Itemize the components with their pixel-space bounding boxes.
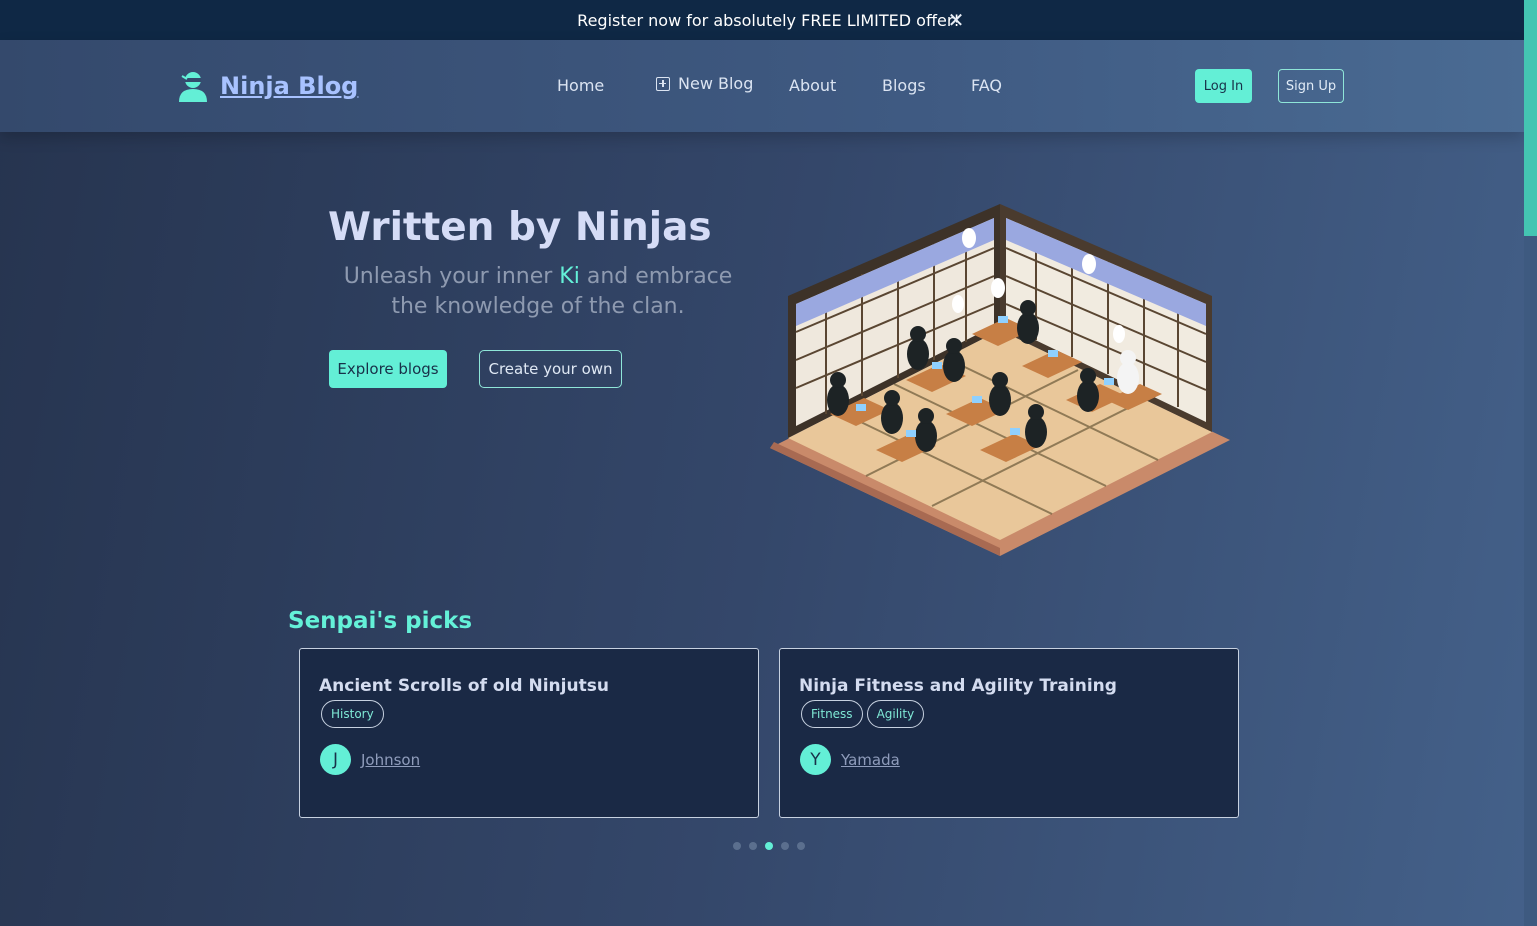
- carousel-dot-1[interactable]: [733, 842, 741, 850]
- explore-blogs-button[interactable]: Explore blogs: [329, 350, 447, 388]
- navbar: Ninja Blog Home New Blog About Blogs FAQ…: [0, 40, 1524, 132]
- nav-faq[interactable]: FAQ: [971, 76, 1002, 95]
- author: Y Yamada: [800, 744, 900, 775]
- nav-new-blog-label: New Blog: [678, 74, 754, 93]
- brand-logo-link[interactable]: Ninja Blog: [178, 70, 358, 102]
- ninja-icon: [179, 72, 207, 102]
- scrollbar-thumb[interactable]: [1524, 0, 1537, 236]
- tag-chip[interactable]: History: [321, 700, 384, 728]
- tag-list: Fitness Agility: [801, 700, 925, 728]
- hero-subtitle: Unleash your inner Ki and embrace the kn…: [328, 262, 748, 322]
- blog-card-title[interactable]: Ninja Fitness and Agility Training: [799, 676, 1117, 696]
- blog-card[interactable]: Ancient Scrolls of old Ninjutsu History …: [299, 648, 759, 818]
- nav-home[interactable]: Home: [557, 76, 604, 95]
- brand-name[interactable]: Ninja Blog: [220, 72, 358, 100]
- section-title: Senpai's picks: [288, 608, 473, 634]
- carousel-dot-5[interactable]: [797, 842, 805, 850]
- login-button[interactable]: Log In: [1195, 69, 1252, 103]
- carousel-dot-3[interactable]: [765, 842, 773, 850]
- nav-blogs-label: Blogs: [882, 76, 926, 95]
- carousel-dot-4[interactable]: [781, 842, 789, 850]
- carousel-pagination: [733, 842, 805, 850]
- author: J Johnson: [320, 744, 420, 775]
- tag-chip[interactable]: Agility: [866, 700, 925, 728]
- nav-new-blog[interactable]: New Blog: [656, 74, 753, 93]
- blog-card-title[interactable]: Ancient Scrolls of old Ninjutsu: [319, 676, 609, 696]
- hero-subtitle-part1: Unleash your inner: [343, 264, 560, 289]
- carousel-dot-2[interactable]: [749, 842, 757, 850]
- blog-card[interactable]: Ninja Fitness and Agility Training Fitne…: [779, 648, 1239, 818]
- tag-list: History: [321, 700, 384, 728]
- nav-home-label: Home: [557, 76, 605, 95]
- nav-about[interactable]: About: [789, 76, 836, 95]
- plus-square-icon: [656, 76, 670, 91]
- tag-chip[interactable]: Fitness: [801, 700, 863, 728]
- nav-about-label: About: [789, 76, 837, 95]
- nav-faq-label: FAQ: [971, 76, 1002, 95]
- hero-title: Written by Ninjas: [328, 205, 712, 250]
- author-name-link[interactable]: Yamada: [841, 751, 900, 769]
- close-icon[interactable]: ✕: [944, 8, 968, 32]
- ninja-classroom-illustration: [770, 204, 1230, 556]
- create-your-own-button[interactable]: Create your own: [479, 350, 622, 388]
- avatar: J: [320, 744, 351, 775]
- hero-subtitle-highlight: Ki: [559, 264, 580, 289]
- signup-button[interactable]: Sign Up: [1278, 69, 1344, 103]
- nav-blogs[interactable]: Blogs: [882, 76, 926, 95]
- avatar: Y: [800, 744, 831, 775]
- author-name-link[interactable]: Johnson: [361, 751, 420, 769]
- announcement-banner: Register now for absolutely FREE LIMITED…: [0, 0, 1537, 40]
- banner-text: Register now for absolutely FREE LIMITED…: [577, 10, 960, 30]
